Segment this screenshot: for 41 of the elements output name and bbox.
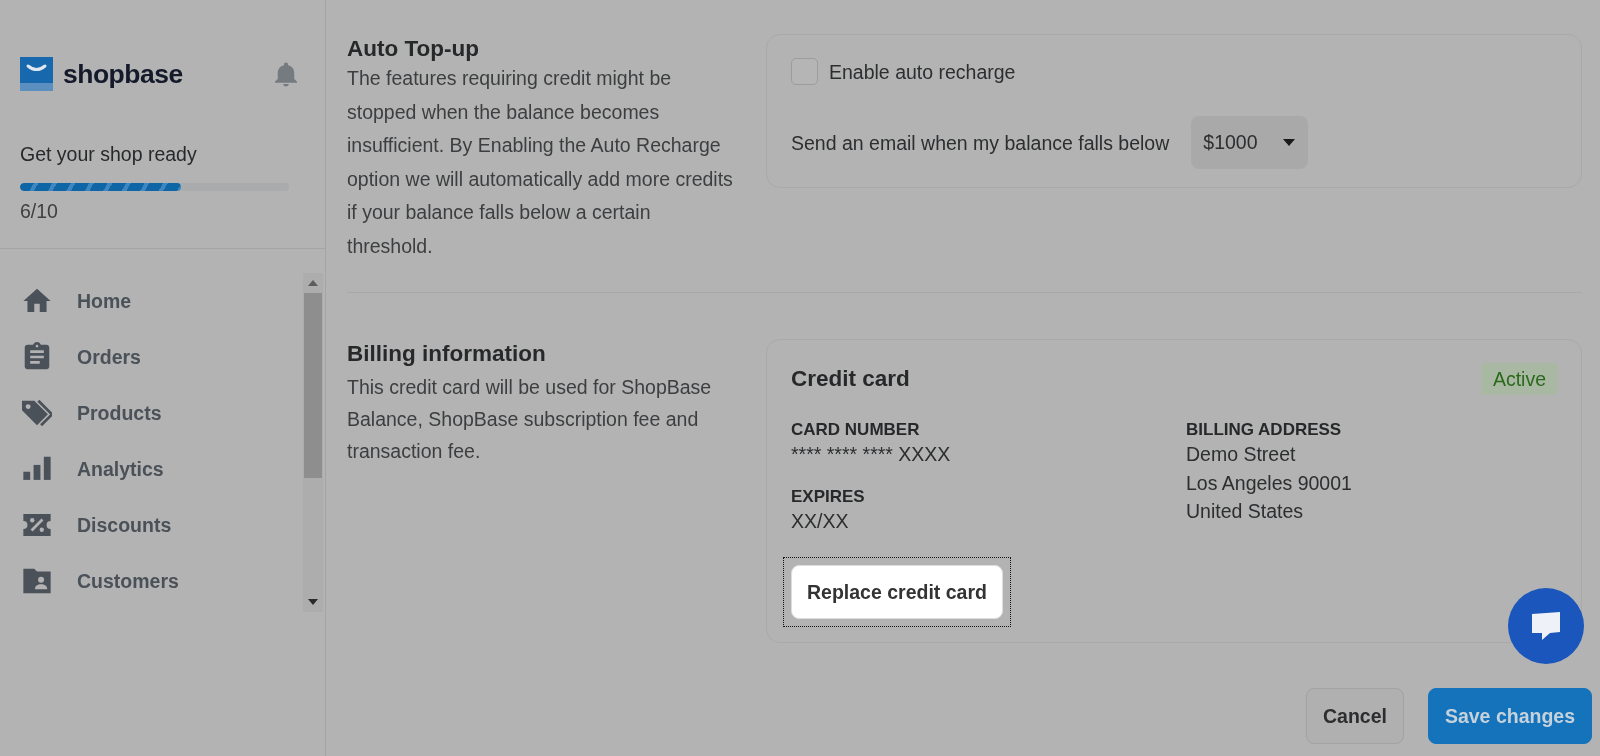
nav-item[interactable]: Customers <box>0 553 303 609</box>
section-title: Billing information <box>347 341 547 367</box>
balance-select[interactable]: $1000 <box>1191 116 1309 169</box>
scrollbar[interactable] <box>303 273 323 612</box>
threshold-label: Send an email when my balance falls below <box>791 130 1170 155</box>
nav-item[interactable]: Home <box>0 273 303 329</box>
save-button[interactable]: Save changes <box>1427 688 1592 744</box>
scroll-down-arrow-icon[interactable] <box>308 599 318 605</box>
logo-text: shopbase <box>63 58 183 91</box>
tags-icon <box>22 398 52 428</box>
field-label: EXPIRES <box>791 487 866 507</box>
section-description: This credit card will be used for ShopBase Balance, ShopBase subscription fee and transaction fee. <box>347 375 713 464</box>
status-badge: Active <box>1480 363 1558 395</box>
logo-icon <box>20 57 53 91</box>
nav-item[interactable]: Products <box>0 385 303 441</box>
clipboard-icon <box>22 342 52 372</box>
checkbox[interactable] <box>791 58 818 85</box>
section-description: The features requiring credit might be stopped when the balance becomes insufficient. By Enabling the Auto Recharge option we will automatically add more credits if your balance falls below a certain threshold. <box>347 66 734 259</box>
field-label: CARD NUMBER <box>791 420 921 440</box>
field-value: **** **** **** XXXX <box>791 442 952 467</box>
card-title: Credit card <box>791 366 910 392</box>
address-line: Los Angeles 90001 <box>1186 470 1353 496</box>
address-line: United States <box>1186 499 1305 524</box>
checkbox-label: Enable auto recharge <box>829 59 1016 84</box>
nav-item[interactable]: Analytics <box>0 441 303 497</box>
speech-bubble-icon <box>1530 611 1562 641</box>
setup-title: Get your shop ready <box>20 143 198 165</box>
nav-item[interactable]: Orders <box>0 329 303 385</box>
notification-bell-icon[interactable] <box>275 61 297 87</box>
field-label: BILLING ADDRESS <box>1186 420 1343 440</box>
nav-item[interactable]: Discounts <box>0 497 303 553</box>
replace-credit-card-button[interactable]: Replace credit card <box>791 565 1003 619</box>
caret-icon <box>1283 139 1296 146</box>
scrollbar-thumb[interactable] <box>304 293 322 478</box>
folder-person-icon <box>22 566 52 596</box>
progress-count: 6/10 <box>20 200 59 222</box>
field-value: XX/XX <box>791 509 850 534</box>
section-title: Auto Top-up <box>347 36 481 62</box>
scroll-up-arrow-icon[interactable] <box>308 280 318 286</box>
address-line: Demo Street <box>1186 442 1297 467</box>
cancel-button[interactable]: Cancel <box>1305 688 1404 744</box>
